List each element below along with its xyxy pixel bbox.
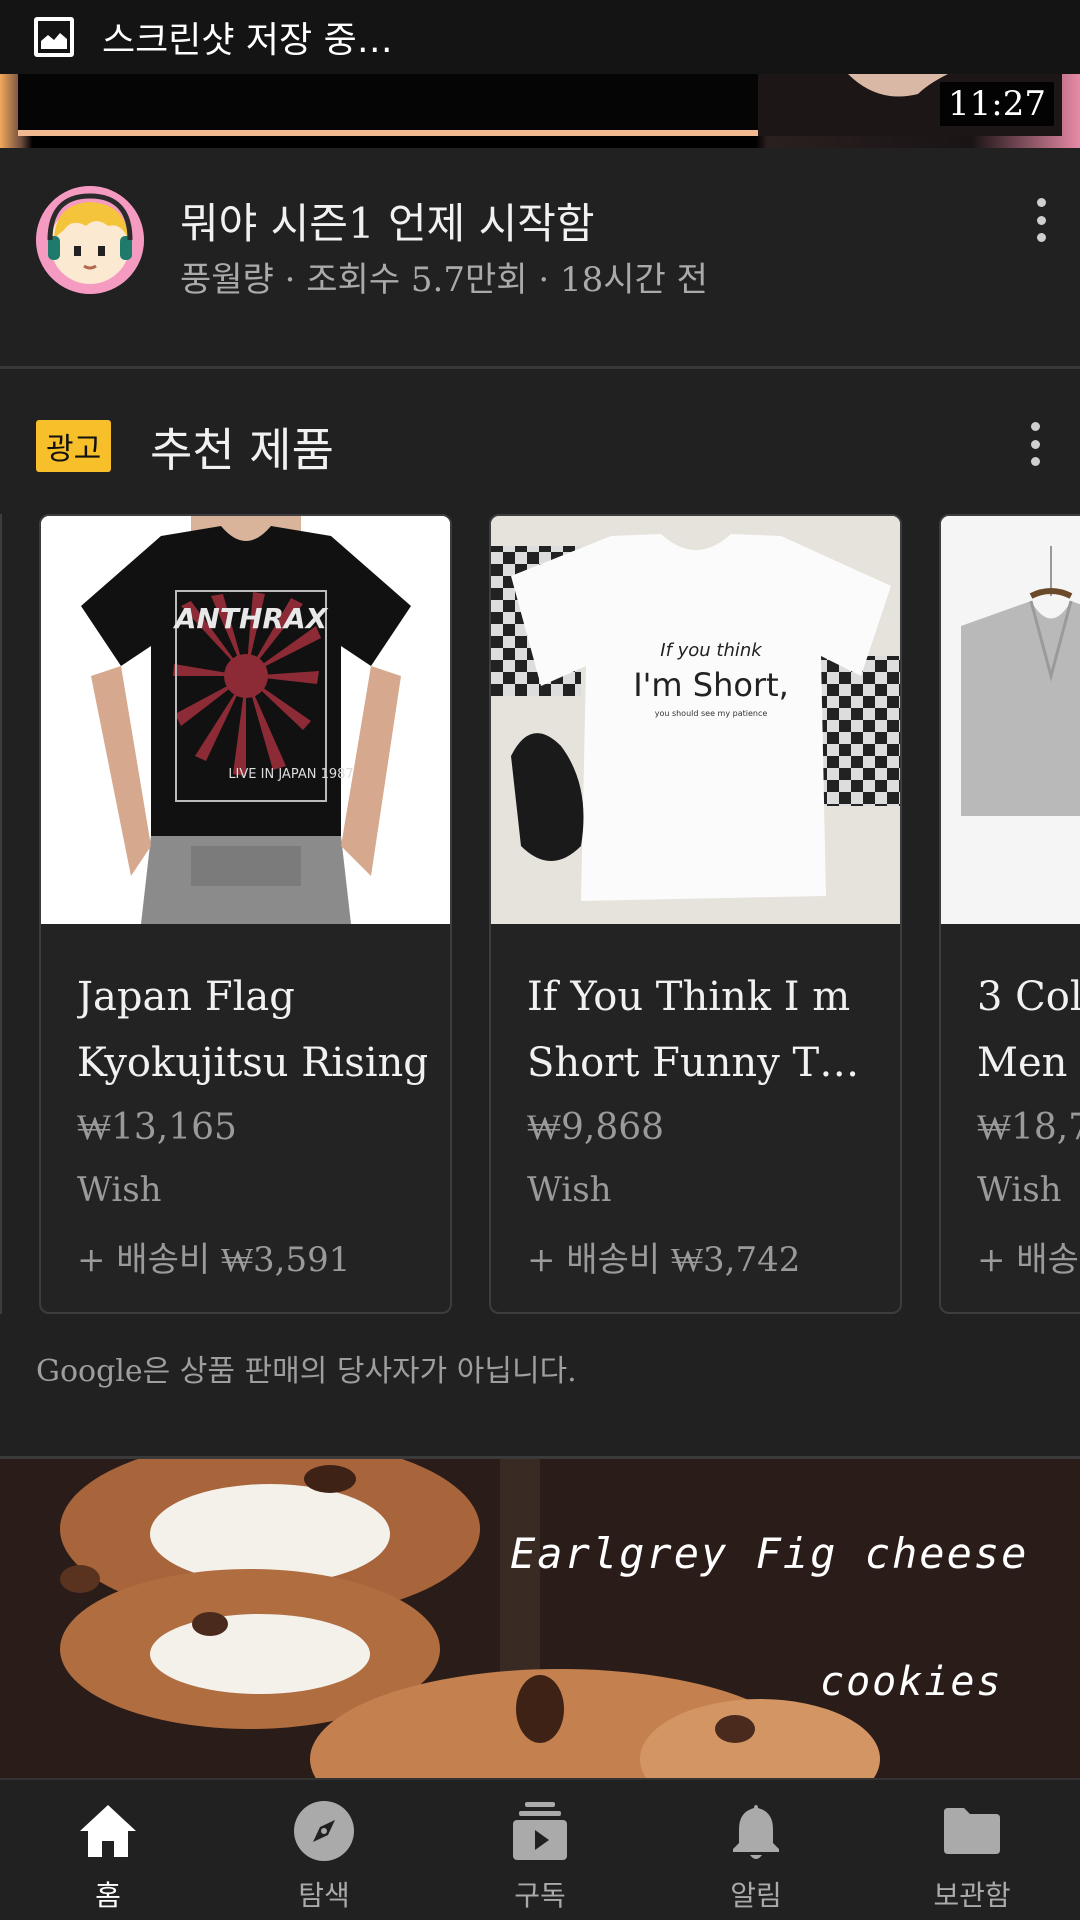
- nav-home[interactable]: 홈: [0, 1780, 216, 1920]
- product-price: ₩13,165: [77, 1107, 237, 1148]
- subscriptions-icon: [509, 1800, 571, 1862]
- video-subtitle: 풍월량 · 조회수 5.7만회 · 18시간 전: [180, 260, 708, 300]
- ad-badge: 광고: [36, 420, 112, 472]
- promo-subline: cookies: [820, 1659, 1003, 1705]
- bell-icon: [725, 1800, 787, 1862]
- more-vert-icon[interactable]: [1020, 414, 1050, 474]
- video-thumbnail-image: [18, 74, 1062, 136]
- nav-label: 알림: [730, 1879, 782, 1912]
- nav-explore[interactable]: 탐색: [216, 1780, 432, 1920]
- folder-icon: [941, 1800, 1003, 1862]
- promo-banner[interactable]: Earlgrey Fig cheese cookies: [0, 1456, 1080, 1778]
- status-bar: 스크린샷 저장 중…: [0, 0, 1080, 74]
- ad-disclaimer: Google은 상품 판매의 당사자가 아닙니다.: [36, 1354, 577, 1389]
- product-price: ₩18,7: [977, 1107, 1080, 1148]
- product-shipping: + 배송비: [977, 1240, 1080, 1280]
- nav-label: 홈: [95, 1879, 121, 1912]
- status-text: 스크린샷 저장 중…: [102, 20, 393, 61]
- anthrax-logo-text: ANTHRAX: [173, 602, 329, 635]
- section-divider: [0, 366, 1080, 369]
- product-store: Wish: [77, 1170, 162, 1210]
- nav-notifications[interactable]: 알림: [648, 1780, 864, 1920]
- nav-label: 구독: [514, 1879, 566, 1912]
- live-in-japan-text: LIVE IN JAPAN 1987: [228, 767, 353, 782]
- product-title[interactable]: Japan Flag Kyokujitsu Rising·: [77, 964, 427, 1096]
- shirt-text-line3: you should see my patience: [655, 709, 768, 718]
- previous-card-edge: [0, 514, 2, 1314]
- product-card[interactable]: If you think I'm Short, you should see m…: [489, 514, 902, 1314]
- image-icon: [34, 17, 74, 57]
- product-card[interactable]: ANTHRAX LIVE IN JAPAN 1987 Japan Flag Ky…: [39, 514, 452, 1314]
- video-title[interactable]: 뭐야 시즌1 언제 시작함: [180, 190, 595, 251]
- ad-section-title: 추천 제품: [150, 423, 334, 477]
- ad-section-header: 광고 추천 제품: [0, 396, 1080, 506]
- product-image: If you think I'm Short, you should see m…: [491, 516, 900, 924]
- promo-headline: Earlgrey Fig cheese: [510, 1529, 1029, 1578]
- product-image: [941, 516, 1080, 924]
- product-carousel[interactable]: ANTHRAX LIVE IN JAPAN 1987 Japan Flag Ky…: [0, 514, 1080, 1314]
- nav-label: 탐색: [298, 1879, 350, 1912]
- channel-avatar[interactable]: [36, 186, 144, 294]
- product-store: Wish: [977, 1170, 1062, 1210]
- home-icon: [77, 1800, 139, 1862]
- product-image: ANTHRAX LIVE IN JAPAN 1987: [41, 516, 450, 924]
- product-shipping: + 배송비 ₩3,742: [527, 1240, 801, 1280]
- nav-subscriptions[interactable]: 구독: [432, 1780, 648, 1920]
- product-card[interactable]: 3 Colo Men S ₩18,7 Wish + 배송비: [939, 514, 1080, 1314]
- video-meta[interactable]: 뭐야 시즌1 언제 시작함 풍월량 · 조회수 5.7만회 · 18시간 전: [0, 150, 1080, 366]
- product-title[interactable]: 3 Colo Men S: [977, 964, 1080, 1096]
- product-price: ₩9,868: [527, 1107, 665, 1148]
- video-duration: 11:27: [940, 82, 1054, 126]
- product-shipping: + 배송비 ₩3,591: [77, 1240, 351, 1280]
- bottom-navigation: 홈 탐색 구독 알림 보관함: [0, 1778, 1080, 1920]
- nav-library[interactable]: 보관함: [864, 1780, 1080, 1920]
- video-thumbnail[interactable]: 11:27: [0, 74, 1080, 148]
- nav-label: 보관함: [933, 1879, 1011, 1912]
- cookie-image: [0, 1459, 1080, 1778]
- more-vert-icon[interactable]: [1026, 190, 1056, 250]
- product-title[interactable]: If You Think I m Short Funny T…: [527, 964, 877, 1096]
- shirt-text-line2: I'm Short,: [633, 666, 789, 704]
- shirt-text-line1: If you think: [660, 640, 763, 661]
- product-store: Wish: [527, 1170, 612, 1210]
- compass-icon: [293, 1800, 355, 1862]
